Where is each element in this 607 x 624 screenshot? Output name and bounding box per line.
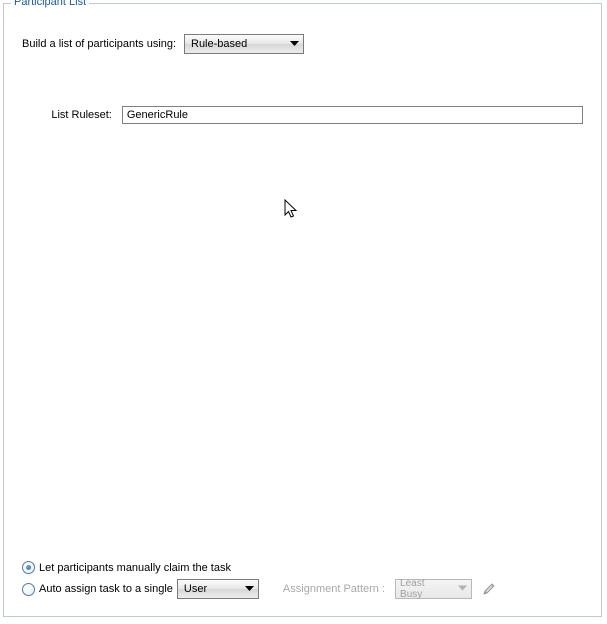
build-method-value: Rule-based xyxy=(191,38,247,50)
manual-claim-radio-row: Let participants manually claim the task xyxy=(22,561,583,574)
manual-claim-radio[interactable] xyxy=(22,561,35,574)
build-label: Build a list of participants using: xyxy=(22,38,184,50)
build-row: Build a list of participants using: Rule… xyxy=(22,34,583,54)
assignment-pattern-value: Least Busy xyxy=(400,578,449,600)
assignment-block: Let participants manually claim the task… xyxy=(22,561,583,604)
ruleset-row: List Ruleset: xyxy=(22,106,583,124)
cursor-icon xyxy=(284,199,300,224)
auto-assign-target-select[interactable]: User xyxy=(177,579,259,599)
auto-assign-radio[interactable] xyxy=(22,583,35,596)
chevron-down-icon xyxy=(458,584,467,595)
manual-claim-label: Let participants manually claim the task xyxy=(39,562,231,574)
assignment-pattern-select: Least Busy xyxy=(395,579,472,599)
auto-assign-target-value: User xyxy=(184,583,207,595)
assignment-pattern-label: Assignment Pattern : xyxy=(283,583,385,595)
build-method-select[interactable]: Rule-based xyxy=(184,34,304,54)
auto-assign-radio-row: Auto assign task to a single User Assign… xyxy=(22,579,583,599)
pencil-icon[interactable] xyxy=(482,582,496,596)
ruleset-input[interactable] xyxy=(122,106,583,124)
radio-selected-icon xyxy=(26,565,31,570)
chevron-down-icon xyxy=(290,38,299,50)
ruleset-label: List Ruleset: xyxy=(37,109,122,121)
chevron-down-icon xyxy=(245,583,254,595)
auto-assign-label: Auto assign task to a single xyxy=(39,583,173,595)
participant-list-fieldset: Participant List Build a list of partici… xyxy=(3,3,602,617)
